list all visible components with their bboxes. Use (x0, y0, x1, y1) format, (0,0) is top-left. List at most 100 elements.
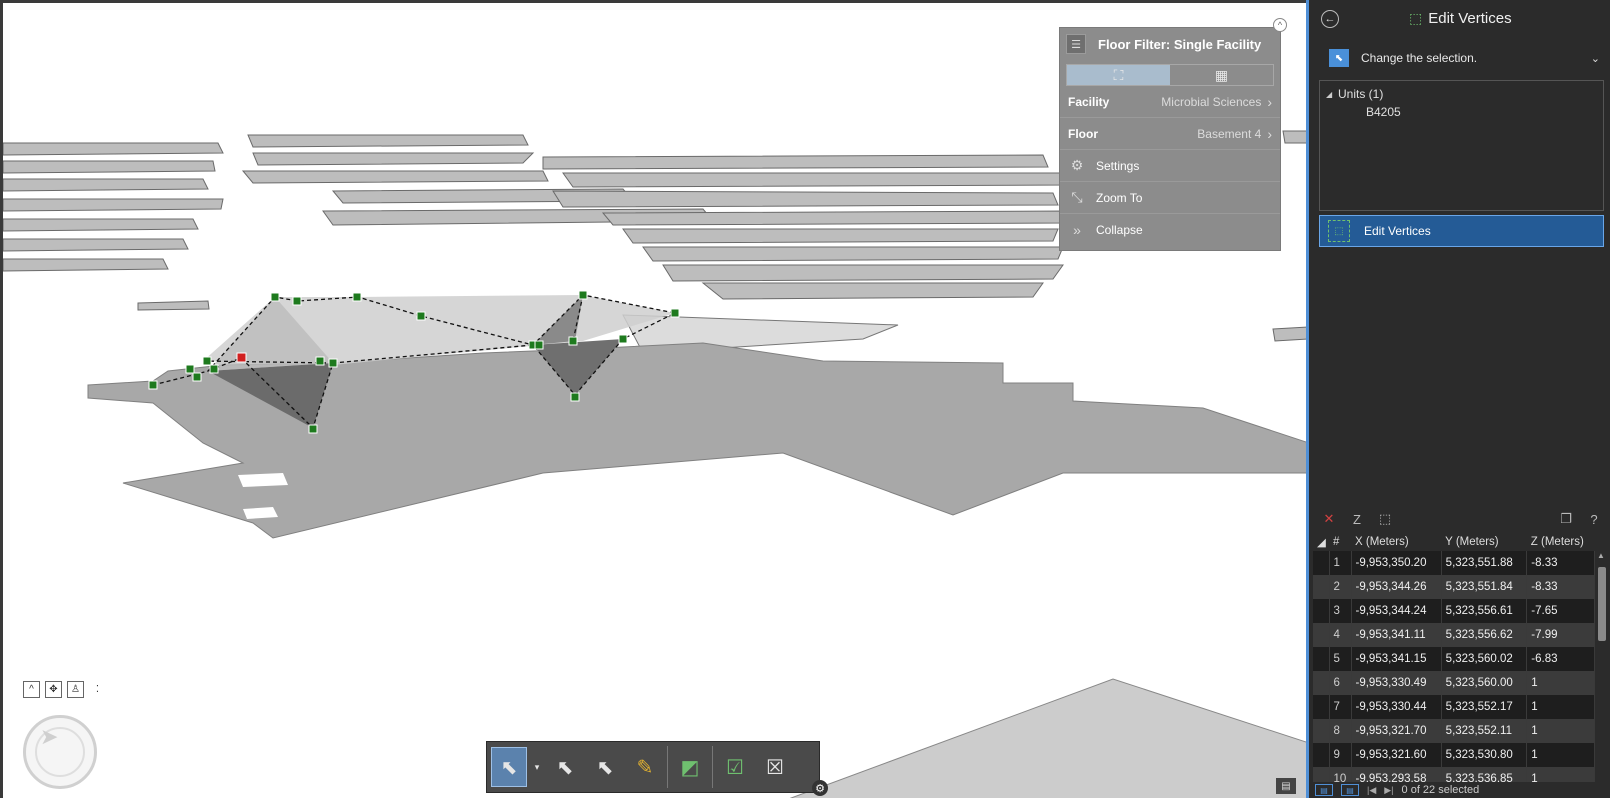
table-scrollbar[interactable]: ▲ (1596, 551, 1608, 781)
vertex-y[interactable]: 5,323,551.84 (1441, 575, 1528, 599)
table-row[interactable]: 7 -9,953,330.44 5,323,552.17 1 (1313, 695, 1595, 719)
table-row[interactable]: 3 -9,953,344.24 5,323,556.61 -7.65 (1313, 599, 1595, 623)
vertex-index[interactable]: 1 (1329, 551, 1352, 575)
vertex-z[interactable]: 1 (1526, 743, 1595, 767)
row-header-corner[interactable]: ◢ (1313, 533, 1329, 551)
table-row[interactable]: 5 -9,953,341.15 5,323,560.02 -6.83 (1313, 647, 1595, 671)
finish-button[interactable]: ☑ (717, 747, 753, 787)
vertex-y[interactable]: 5,323,552.17 (1441, 695, 1528, 719)
floor-row[interactable]: Floor Basement 4 › (1060, 118, 1280, 150)
selected-view-icon[interactable]: ▤ (1341, 784, 1359, 796)
row-selector[interactable] (1313, 623, 1330, 647)
row-selector[interactable] (1313, 551, 1330, 575)
vertex-z[interactable]: -7.99 (1526, 623, 1595, 647)
navigator-control[interactable]: ➤ (23, 715, 97, 789)
back-arrow-icon[interactable]: ← (1321, 10, 1339, 28)
table-row[interactable]: 1 -9,953,350.20 5,323,551.88 -8.33 (1313, 551, 1595, 575)
vertex-y[interactable]: 5,323,556.62 (1441, 623, 1528, 647)
table-row[interactable]: 4 -9,953,341.11 5,323,556.62 -7.99 (1313, 623, 1595, 647)
vertex-x[interactable]: -9,953,341.15 (1351, 647, 1442, 671)
row-selector[interactable] (1313, 695, 1330, 719)
chevron-up-icon[interactable]: ^ (23, 681, 40, 698)
first-record-icon[interactable]: |◀ (1367, 785, 1376, 796)
vertex-y[interactable]: 5,323,552.11 (1441, 719, 1528, 743)
vertex-x[interactable]: -9,953,321.70 (1351, 719, 1442, 743)
column-header-y[interactable]: Y (Meters) (1441, 533, 1527, 551)
vertex-x[interactable]: -9,953,341.11 (1351, 623, 1442, 647)
floor-filter-icon[interactable]: ☰ (1066, 34, 1086, 54)
sketch-tool[interactable]: ✎ (627, 747, 663, 787)
scroll-up-icon[interactable]: ▲ (1597, 551, 1605, 560)
select-vertex-tool[interactable]: ⬉ (491, 747, 527, 787)
edit-vertices-tool-item[interactable]: ⬚ Edit Vertices (1319, 215, 1604, 247)
collapse-button[interactable]: » Collapse (1060, 214, 1280, 246)
scrollbar-thumb[interactable] (1598, 567, 1606, 641)
facility-row[interactable]: Facility Microbial Sciences › (1060, 86, 1280, 118)
walk-icon[interactable]: ♙ (67, 681, 84, 698)
vertex-index[interactable]: 6 (1329, 671, 1352, 695)
help-icon[interactable]: ? (1586, 512, 1602, 527)
vertex-x[interactable]: -9,953,330.44 (1351, 695, 1442, 719)
dropdown-arrow[interactable]: ▾ (531, 747, 543, 787)
vertex-index[interactable]: 7 (1329, 695, 1352, 719)
vertex-index[interactable]: 2 (1329, 575, 1352, 599)
vertex-z[interactable]: -8.33 (1526, 551, 1595, 575)
tree-child-feature[interactable]: B4205 (1366, 103, 1603, 121)
instruction-row[interactable]: ⬉ Change the selection. ⌄ (1309, 44, 1610, 72)
vertex-x[interactable]: -9,953,321.60 (1351, 743, 1442, 767)
row-selector[interactable] (1313, 647, 1330, 671)
tab-single-facility[interactable]: ⛶ (1067, 65, 1170, 85)
vertex-index[interactable]: 9 (1329, 743, 1352, 767)
map-corner-icon[interactable]: ▤ (1276, 778, 1296, 794)
floor-filter-close-icon[interactable]: ^ (1273, 18, 1287, 32)
vertex-x[interactable]: -9,953,350.20 (1351, 551, 1442, 575)
vertex-y[interactable]: 5,323,530.80 (1441, 743, 1528, 767)
zoom-to-button[interactable]: ⤡ Zoom To (1060, 182, 1280, 214)
vertex-table[interactable]: ◢ # X (Meters) Y (Meters) Z (Meters) 1 -9… (1313, 533, 1595, 791)
table-row[interactable]: 9 -9,953,321.60 5,323,530.80 1 (1313, 743, 1595, 767)
delete-vertex-tool[interactable]: ⬉ (587, 747, 623, 787)
vertex-index[interactable]: 4 (1329, 623, 1352, 647)
z-value-icon[interactable]: Z (1349, 512, 1365, 527)
row-selector[interactable] (1313, 719, 1330, 743)
next-record-icon[interactable]: ▶| (1384, 785, 1393, 796)
row-selector[interactable] (1313, 743, 1330, 767)
vertex-shape-icon[interactable]: ⬚ (1377, 511, 1393, 527)
table-row[interactable]: 6 -9,953,330.49 5,323,560.00 1 (1313, 671, 1595, 695)
vertex-y[interactable]: 5,323,556.61 (1441, 599, 1528, 623)
selection-tree[interactable]: ◢ Units (1) B4205 (1319, 80, 1604, 211)
vertex-z[interactable]: 1 (1526, 719, 1595, 743)
vertex-x[interactable]: -9,953,330.49 (1351, 671, 1442, 695)
row-selector[interactable] (1313, 671, 1330, 695)
row-selector[interactable] (1313, 575, 1330, 599)
vertex-z[interactable]: -6.83 (1526, 647, 1595, 671)
tab-multi-facility[interactable]: ▦ (1170, 65, 1273, 85)
dots-icon[interactable]: ⁚ (89, 681, 106, 698)
vertex-x[interactable]: -9,953,344.26 (1351, 575, 1442, 599)
table-row[interactable]: 2 -9,953,344.26 5,323,551.84 -8.33 (1313, 575, 1595, 599)
vertex-x[interactable]: -9,953,344.24 (1351, 599, 1442, 623)
row-selector[interactable] (1313, 599, 1330, 623)
table-row[interactable]: 8 -9,953,321.70 5,323,552.11 1 (1313, 719, 1595, 743)
toolbar-gear-icon[interactable]: ⚙ (812, 780, 828, 796)
vertex-z[interactable]: -8.33 (1526, 575, 1595, 599)
tree-parent-units[interactable]: ◢ Units (1) (1326, 85, 1603, 103)
settings-button[interactable]: ⚙ Settings (1060, 150, 1280, 182)
vertex-y[interactable]: 5,323,551.88 (1441, 551, 1528, 575)
discard-button[interactable]: ☒ (757, 747, 793, 787)
vertex-z[interactable]: 1 (1526, 671, 1595, 695)
vertex-z[interactable]: -7.65 (1526, 599, 1595, 623)
column-header-x[interactable]: X (Meters) (1351, 533, 1442, 551)
column-header-z[interactable]: Z (Meters) (1526, 533, 1595, 551)
vertex-index[interactable]: 3 (1329, 599, 1352, 623)
delete-icon[interactable]: ✕ (1321, 511, 1337, 527)
vertex-index[interactable]: 8 (1329, 719, 1352, 743)
reshape-tool[interactable]: ◩ (672, 747, 708, 787)
table-view-icon[interactable]: ▤ (1315, 784, 1333, 796)
column-header-index[interactable]: # (1329, 533, 1351, 551)
vertex-z[interactable]: 1 (1526, 695, 1595, 719)
add-vertex-tool[interactable]: ⬉ (547, 747, 583, 787)
vertex-y[interactable]: 5,323,560.02 (1441, 647, 1528, 671)
vertex-y[interactable]: 5,323,560.00 (1441, 671, 1528, 695)
collapse-triangle-icon[interactable]: ◢ (1326, 90, 1338, 99)
